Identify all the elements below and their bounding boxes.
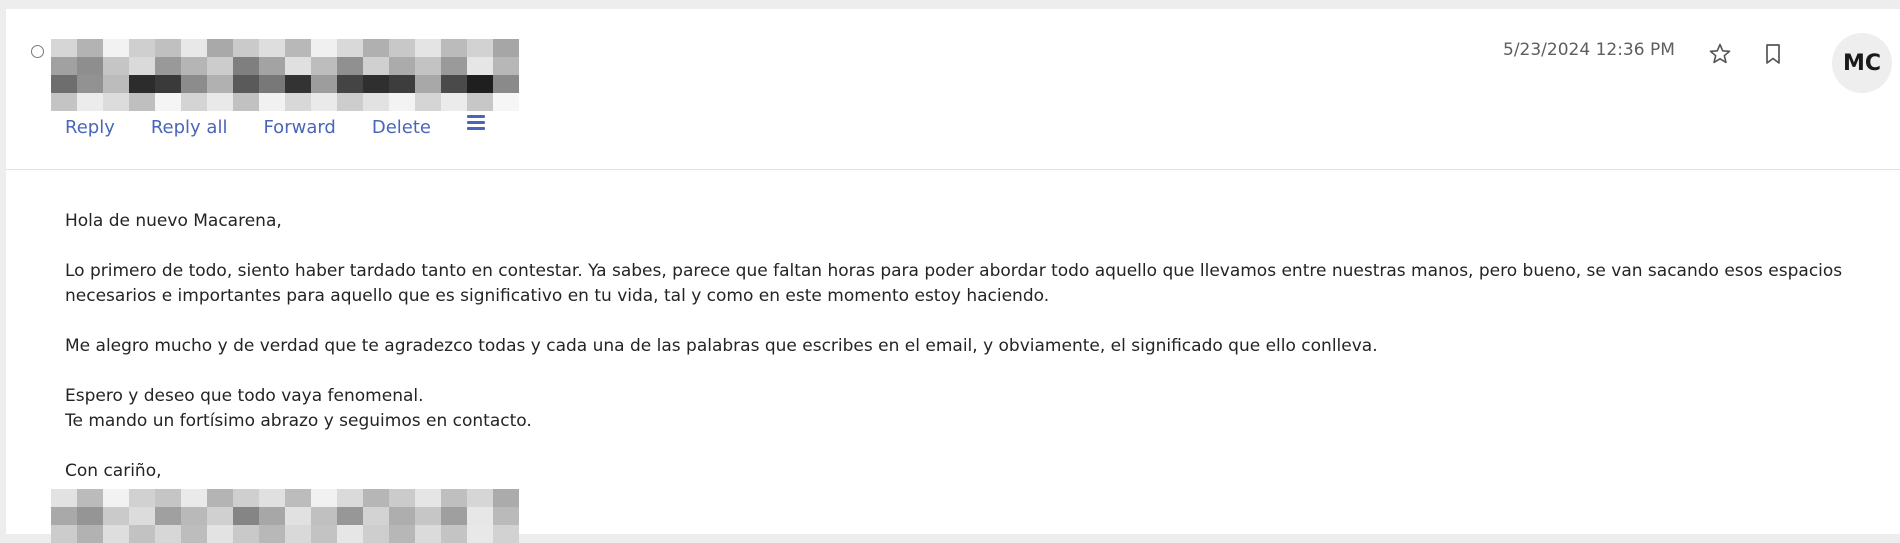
reply-all-button[interactable]: Reply all [151,117,228,138]
body-paragraph-1-line-2: necesarios e importantes para aquello qu… [65,286,1050,306]
message-action-bar: Reply Reply all Forward Delete [65,113,486,141]
bookmark-outline-icon[interactable] [1761,42,1785,66]
message-body: Hola de nuevo Macarena, Lo primero de to… [65,209,1865,484]
message-panel: Reply Reply all Forward Delete 5/23/2024… [6,9,1900,543]
delete-button[interactable]: Delete [372,117,431,138]
signature-redacted-block [51,489,626,543]
body-paragraph-3-line-1: Espero y deseo que todo vaya fenomenal. [65,386,424,406]
message-timestamp: 5/23/2024 12:36 PM [1503,40,1675,60]
email-reading-pane: Reply Reply all Forward Delete 5/23/2024… [0,0,1900,543]
radio-circle-icon[interactable] [31,45,44,58]
forward-button[interactable]: Forward [263,117,335,138]
body-greeting: Hola de nuevo Macarena, [65,211,282,231]
body-paragraph-3-line-2: Te mando un fortísimo abrazo y seguimos … [65,411,532,431]
body-closing: Con cariño, [65,461,162,481]
hamburger-menu-icon[interactable] [467,115,486,131]
reply-button[interactable]: Reply [65,117,115,138]
message-header: Reply Reply all Forward Delete 5/23/2024… [6,9,1900,170]
body-paragraph-1-line-1: Lo primero de todo, siento haber tardado… [65,261,1843,281]
avatar[interactable]: MC [1832,33,1892,93]
body-paragraph-2: Me alegro mucho y de verdad que te agrad… [65,336,1378,356]
sender-redacted-block [51,39,626,111]
star-outline-icon[interactable] [1708,42,1732,66]
